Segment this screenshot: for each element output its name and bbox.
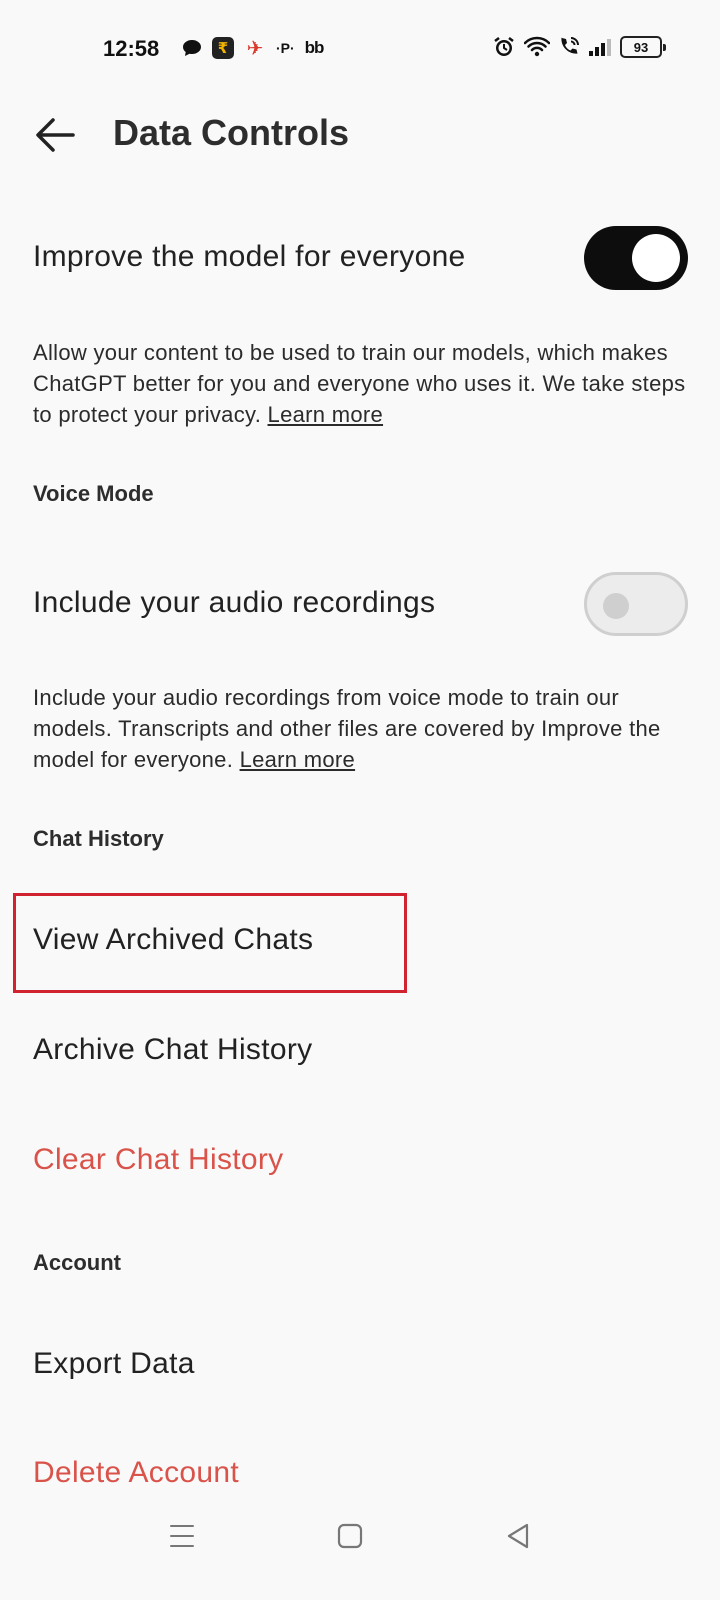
delete-account-button[interactable]: Delete Account: [33, 1456, 239, 1490]
audio-recordings-toggle[interactable]: [584, 572, 688, 636]
audio-recordings-description: Include your audio recordings from voice…: [33, 685, 661, 772]
export-data-button[interactable]: Export Data: [33, 1347, 195, 1381]
back-button[interactable]: [32, 112, 78, 158]
system-icons: 93: [492, 35, 666, 59]
improve-model-toggle[interactable]: [584, 226, 688, 290]
audio-recordings-label: Include your audio recordings: [33, 586, 436, 619]
audio-recordings-row[interactable]: Include your audio recordings: [0, 568, 720, 640]
notification-icons: ₹ ✈ ·P· bb: [182, 37, 325, 60]
app-icon: ₹: [212, 37, 234, 59]
back-triangle-icon[interactable]: [498, 1516, 538, 1556]
status-bar: 12:58 ₹ ✈ ·P· bb 93: [0, 0, 720, 96]
system-nav-bar: [0, 1500, 720, 1600]
clear-chat-history-button[interactable]: Clear Chat History: [33, 1143, 283, 1177]
improve-model-description: Allow your content to be used to train o…: [33, 340, 686, 427]
toggle-knob: [603, 593, 629, 619]
improve-model-label: Improve the model for everyone: [33, 240, 466, 273]
section-voice-mode: Voice Mode: [33, 481, 154, 506]
view-archived-chats-button[interactable]: View Archived Chats: [33, 923, 313, 957]
bb-icon: bb: [304, 38, 325, 57]
battery-icon: 93: [620, 36, 666, 58]
archive-chat-history-button[interactable]: Archive Chat History: [33, 1033, 312, 1067]
improve-model-row[interactable]: Improve the model for everyone: [0, 222, 720, 294]
p-icon: ·P·: [276, 40, 295, 56]
learn-more-link[interactable]: Learn more: [240, 747, 356, 772]
app-header: Data Controls: [0, 100, 720, 170]
alarm-icon: [492, 35, 516, 59]
app-icon: ✈: [246, 37, 264, 60]
call-icon: [558, 36, 580, 58]
status-time: 12:58: [103, 36, 160, 61]
section-chat-history: Chat History: [33, 826, 164, 851]
home-square-icon[interactable]: [330, 1516, 370, 1556]
learn-more-link[interactable]: Learn more: [268, 402, 384, 427]
signal-icon: [588, 37, 612, 57]
wifi-icon: [524, 36, 550, 58]
arrow-left-icon: [36, 118, 75, 152]
section-account: Account: [33, 1250, 121, 1275]
chat-bubble-icon: [182, 39, 202, 57]
toggle-knob: [632, 234, 680, 282]
page-title: Data Controls: [113, 112, 350, 153]
menu-icon[interactable]: [162, 1516, 202, 1556]
